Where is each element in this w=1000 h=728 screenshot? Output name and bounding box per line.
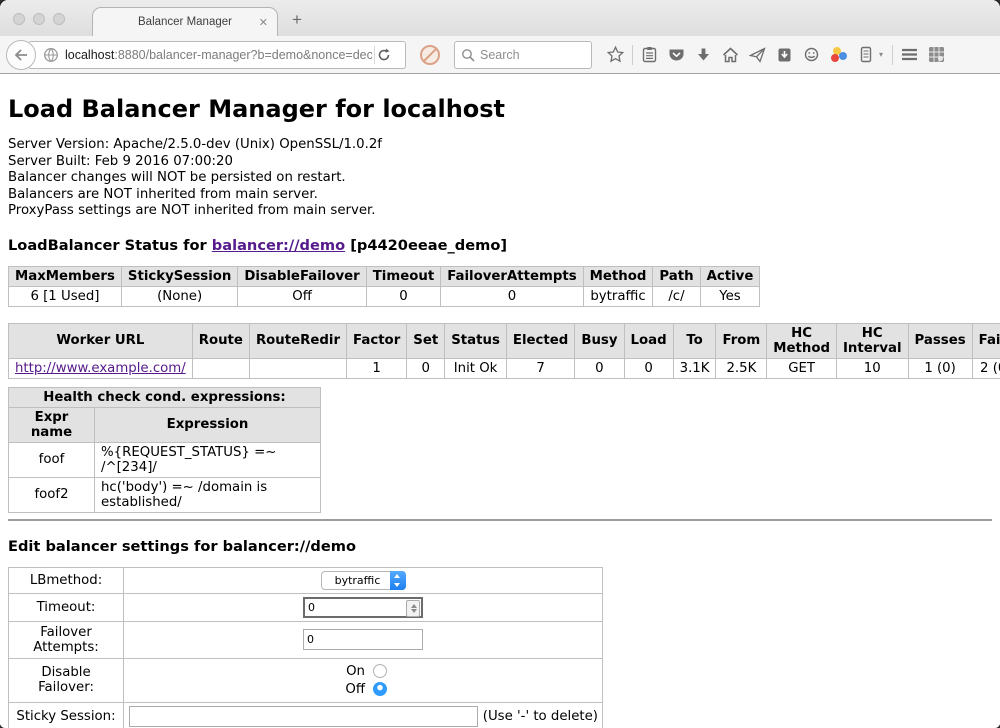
loadbalancer-status-heading: LoadBalancer Status for balancer://demo … xyxy=(8,237,992,254)
tab-title: Balancer Manager xyxy=(138,16,232,28)
table-row: 6 [1 Used] (None) Off 0 0 bytraffic /c/ … xyxy=(9,286,760,306)
radio-on-label: On xyxy=(339,664,365,679)
server-built: Server Built: Feb 9 2016 07:00:20 xyxy=(8,154,992,171)
sticky-session-label: Sticky Session: xyxy=(9,702,124,728)
radio-on[interactable] xyxy=(373,664,387,678)
chevron-down-icon[interactable]: ▾ xyxy=(879,50,889,59)
server-version: Server Version: Apache/2.5.0-dev (Unix) … xyxy=(8,137,992,154)
lbmethod-row: LBmethod: bytraffic xyxy=(9,567,603,593)
timeout-input[interactable]: 0 xyxy=(303,597,423,618)
tab-balancer-manager[interactable]: Balancer Manager ✕ xyxy=(92,7,278,36)
sidebar-list-icon xyxy=(860,46,872,63)
close-window-icon[interactable] xyxy=(13,13,25,25)
edit-settings-heading: Edit balancer settings for balancer://de… xyxy=(8,538,992,555)
server-info: Server Version: Apache/2.5.0-dev (Unix) … xyxy=(8,137,992,220)
save-page-button[interactable] xyxy=(771,41,798,69)
timeout-row: Timeout: 0 xyxy=(9,593,603,621)
home-icon xyxy=(722,47,739,63)
toolbar-buttons: ▾ xyxy=(602,41,950,69)
failover-attempts-label: Failover Attempts: xyxy=(9,621,124,658)
bookmark-star-icon xyxy=(607,46,624,63)
sticky-session-hint: (Use '-' to delete) xyxy=(483,709,598,724)
url-text[interactable]: localhost:8880/balancer-manager?b=demo&n… xyxy=(65,48,372,62)
search-input[interactable] xyxy=(480,48,575,62)
home-button[interactable] xyxy=(717,41,744,69)
disable-failover-row: Disable Failover: On Off xyxy=(9,658,603,702)
addon-dots-icon xyxy=(831,47,847,63)
grid-addon-button[interactable] xyxy=(923,41,950,69)
search-bar[interactable] xyxy=(454,41,592,69)
notice-balancers: Balancers are NOT inherited from main se… xyxy=(8,187,992,204)
pocket-button[interactable] xyxy=(663,41,690,69)
health-check-table: Health check cond. expressions: Expr nam… xyxy=(8,387,321,513)
table-header-row: Expr name Expression xyxy=(9,407,321,442)
lbmethod-label: LBmethod: xyxy=(9,567,124,593)
window-controls[interactable] xyxy=(13,13,65,25)
zoom-window-icon[interactable] xyxy=(53,13,65,25)
send-icon xyxy=(749,47,766,63)
disable-failover-label: Disable Failover: xyxy=(9,658,124,702)
back-icon xyxy=(14,49,28,61)
table-row: foof2 hc('body') =~ /domain is establish… xyxy=(9,477,321,512)
tab-close-icon[interactable]: ✕ xyxy=(259,16,268,29)
table-row: foof %{REQUEST_STATUS} =~ /^[234]/ xyxy=(9,442,321,477)
notice-proxypass: ProxyPass settings are NOT inherited fro… xyxy=(8,203,992,220)
reading-list-icon xyxy=(642,46,657,63)
table-header-row: MaxMembers StickySession DisableFailover… xyxy=(9,266,760,286)
new-tab-button[interactable]: + xyxy=(292,10,302,30)
failover-attempts-input[interactable] xyxy=(303,629,423,650)
balancer-demo-link[interactable]: balancer://demo xyxy=(212,237,345,254)
globe-icon xyxy=(43,47,59,63)
worker-table: Worker URL Route RouteRedir Factor Set S… xyxy=(8,323,1000,379)
balancer-status-table: MaxMembers StickySession DisableFailover… xyxy=(8,266,760,307)
bookmark-star-button[interactable] xyxy=(602,41,629,69)
worker-row: http://www.example.com/ 1 0 Init Ok 7 0 … xyxy=(9,358,1000,378)
send-button[interactable] xyxy=(744,41,771,69)
pocket-icon xyxy=(668,47,685,63)
block-icon[interactable] xyxy=(420,45,440,65)
feedback-smiley-icon xyxy=(803,47,820,63)
radio-off-label: Off xyxy=(339,682,365,697)
reload-button[interactable] xyxy=(377,48,405,62)
page-title: Load Balancer Manager for localhost xyxy=(8,95,992,123)
browser-window: Balancer Manager ✕ + localhost:8880/bala… xyxy=(0,0,1000,728)
table-header-row: Worker URL Route RouteRedir Factor Set S… xyxy=(9,323,1000,358)
save-page-icon xyxy=(777,47,792,63)
divider xyxy=(632,45,633,65)
minimize-window-icon[interactable] xyxy=(33,13,45,25)
search-icon xyxy=(461,48,475,62)
url-bar[interactable]: localhost:8880/balancer-manager?b=demo&n… xyxy=(28,41,406,69)
back-button[interactable] xyxy=(6,40,36,70)
navigation-toolbar: localhost:8880/balancer-manager?b=demo&n… xyxy=(0,36,1000,74)
download-icon xyxy=(696,47,711,63)
reload-icon xyxy=(377,48,391,62)
sticky-session-row: Sticky Session: (Use '-' to delete) xyxy=(9,702,603,728)
sticky-session-input[interactable] xyxy=(129,706,478,727)
titlebar: Balancer Manager ✕ + xyxy=(0,0,1000,36)
radio-off[interactable] xyxy=(373,682,387,696)
addon-colors-button[interactable] xyxy=(825,41,852,69)
select-stepper-icon xyxy=(390,571,406,590)
divider xyxy=(374,46,375,64)
divider xyxy=(8,519,992,521)
menu-icon xyxy=(901,48,918,61)
downloads-button[interactable] xyxy=(690,41,717,69)
edit-balancer-form: LBmethod: bytraffic Timeout: 0 xyxy=(8,567,603,728)
grid-icon xyxy=(928,46,945,63)
timeout-label: Timeout: xyxy=(9,593,124,621)
feedback-button[interactable] xyxy=(798,41,825,69)
table-title-row: Health check cond. expressions: xyxy=(9,387,321,407)
notice-persist: Balancer changes will NOT be persisted o… xyxy=(8,170,992,187)
health-check-title: Health check cond. expressions: xyxy=(9,387,321,407)
worker-url-link[interactable]: http://www.example.com/ xyxy=(15,361,186,376)
lbmethod-select[interactable]: bytraffic xyxy=(321,571,406,590)
reading-list-button[interactable] xyxy=(636,41,663,69)
page-content: Load Balancer Manager for localhost Serv… xyxy=(0,74,1000,728)
divider xyxy=(892,45,893,65)
menu-button[interactable] xyxy=(896,41,923,69)
failover-attempts-row: Failover Attempts: xyxy=(9,621,603,658)
sidebar-list-button[interactable] xyxy=(852,41,879,69)
number-spinner-icon[interactable] xyxy=(406,600,420,617)
